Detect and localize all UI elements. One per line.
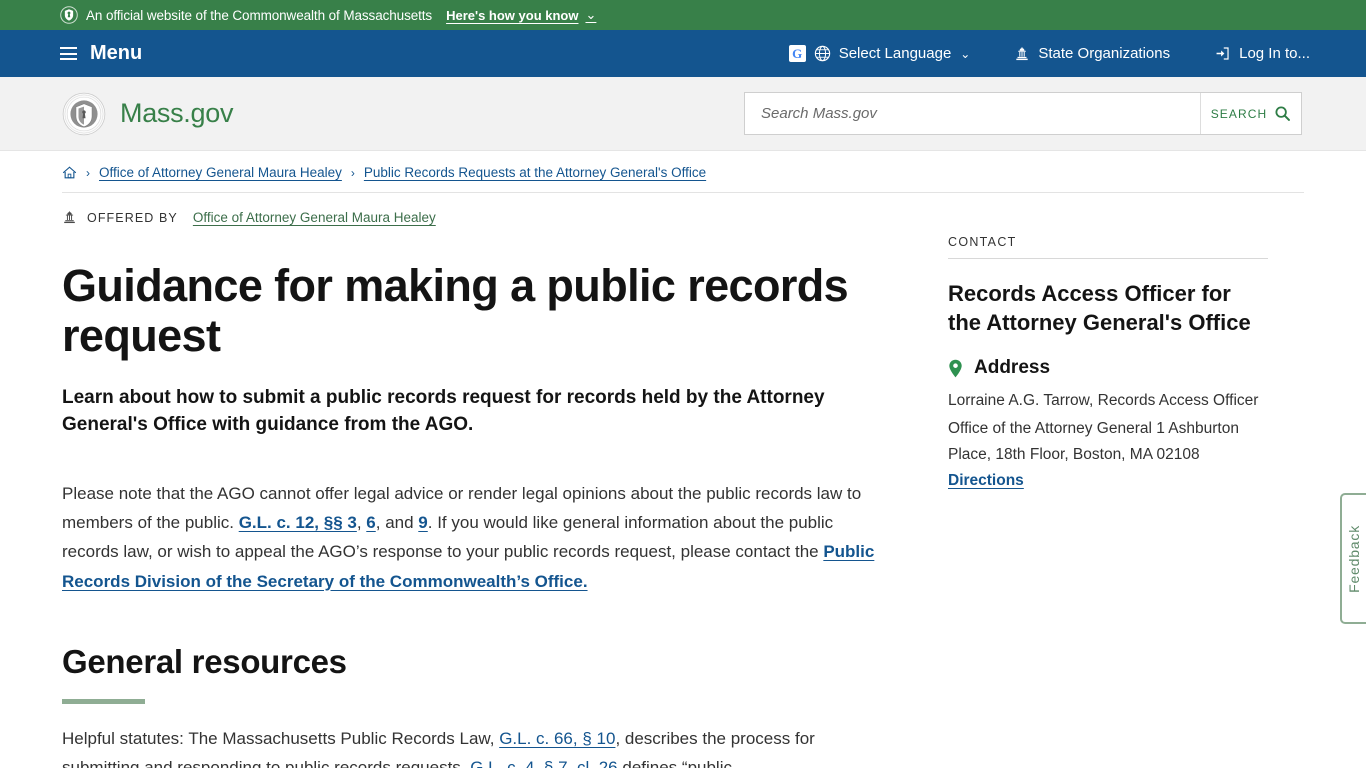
state-organizations-label: State Organizations — [1038, 45, 1171, 62]
capitol-icon — [62, 210, 77, 225]
intro-text-2: , — [356, 513, 367, 533]
link-gl-c66-s10[interactable]: G.L. c. 66, § 10 — [499, 729, 615, 748]
general-resources-paragraph: Helpful statutes: The Massachusetts Publ… — [62, 724, 877, 768]
page-lede: Learn about how to submit a public recor… — [62, 386, 825, 436]
contact-name: Records Access Officer for the Attorney … — [948, 281, 1251, 336]
contact-sidebar: CONTACT Records Access Officer for the A… — [948, 225, 1268, 768]
chevron-down-icon: ⌄ — [585, 7, 597, 22]
gr-text-3: defines “public — [617, 758, 732, 768]
menu-button[interactable]: Menu — [60, 42, 142, 65]
hamburger-icon — [60, 47, 77, 60]
address-label: Address — [974, 357, 1051, 379]
address-line-1: Lorraine A.G. Tarrow, Records Access Off… — [948, 392, 1259, 410]
feedback-label: Feedback — [1346, 524, 1362, 593]
select-language-dropdown[interactable]: G Select Language ⌄ — [788, 45, 971, 62]
home-icon[interactable] — [62, 165, 77, 180]
menu-label: Menu — [90, 42, 143, 64]
shield-icon — [60, 6, 78, 24]
link-gl-6[interactable]: 6 — [366, 513, 375, 532]
state-organizations-link[interactable]: State Organizations — [1014, 45, 1170, 62]
breadcrumb-separator: › — [86, 165, 90, 180]
log-in-label: Log In to... — [1239, 45, 1310, 62]
search-button[interactable]: SEARCH — [1200, 93, 1301, 134]
search-button-label: SEARCH — [1210, 106, 1268, 121]
site-search: SEARCH — [744, 92, 1302, 135]
breadcrumb-item-ago[interactable]: Office of Attorney General Maura Healey — [99, 165, 342, 180]
link-gl-c12-ss3[interactable]: G.L. c. 12, §§ 3 — [239, 513, 357, 532]
breadcrumb-item-public-records[interactable]: Public Records Requests at the Attorney … — [364, 165, 706, 180]
heres-how-you-know-toggle[interactable]: Here's how you know ⌄ — [446, 7, 596, 23]
section-accent-rule — [62, 698, 145, 704]
breadcrumb-separator-2: › — [350, 165, 355, 180]
primary-navigation-bar: Menu G Select Language ⌄ State Organizat… — [0, 30, 1366, 77]
massachusetts-seal-icon — [62, 92, 106, 135]
offered-by-label: OFFERED BY — [87, 210, 178, 225]
chevron-down-icon: ⌄ — [960, 46, 971, 61]
offered-by: OFFERED BY Office of Attorney General Ma… — [62, 193, 1304, 225]
link-gl-9[interactable]: 9 — [418, 513, 427, 532]
capitol-icon — [1014, 46, 1030, 62]
log-in-to-link[interactable]: Log In to... — [1214, 45, 1310, 62]
login-arrow-icon — [1214, 45, 1231, 62]
address-heading: Address — [948, 357, 1268, 379]
directions-link[interactable]: Directions — [948, 472, 1268, 490]
mass-gov-home-link[interactable]: Mass.gov — [62, 92, 233, 136]
main-content-column: Guidance for making a public records req… — [62, 225, 892, 768]
official-banner-text: An official website of the Commonwealth … — [86, 7, 433, 23]
nav-right-group: G Select Language ⌄ State Organizations … — [745, 45, 1310, 62]
link-gl-c4-s7-cl26[interactable]: G.L. c. 4, § 7, cl. 26 — [470, 758, 617, 768]
globe-icon — [814, 45, 831, 62]
brand-wordmark: Mass.gov — [120, 98, 234, 128]
section-title-general-resources: General resources — [62, 642, 347, 680]
official-website-banner: An official website of the Commonwealth … — [0, 0, 1366, 30]
how-you-know-label: Here's how you know — [446, 7, 579, 23]
page-title: Guidance for making a public records req… — [62, 260, 849, 362]
breadcrumb: › Office of Attorney General Maura Heale… — [62, 151, 1304, 193]
offered-by-org-link[interactable]: Office of Attorney General Maura Healey — [193, 210, 436, 225]
google-translate-icon: G — [788, 45, 806, 62]
gr-text-1: Helpful statutes: The Massachusetts Publ… — [62, 728, 500, 748]
intro-paragraph: Please note that the AGO cannot offer le… — [62, 479, 877, 596]
search-input[interactable] — [745, 93, 1200, 134]
map-pin-icon — [948, 359, 963, 378]
magnifier-icon — [1274, 105, 1291, 122]
select-language-label: Select Language — [838, 45, 952, 62]
address-line-2: Office of the Attorney General 1 Ashburt… — [948, 420, 1239, 464]
intro-text-3: , and — [375, 513, 419, 533]
page-body: Guidance for making a public records req… — [62, 225, 1304, 768]
contact-eyebrow: CONTACT — [948, 235, 1268, 259]
feedback-tab[interactable]: Feedback — [1340, 493, 1366, 624]
site-header: Mass.gov SEARCH — [0, 77, 1366, 151]
